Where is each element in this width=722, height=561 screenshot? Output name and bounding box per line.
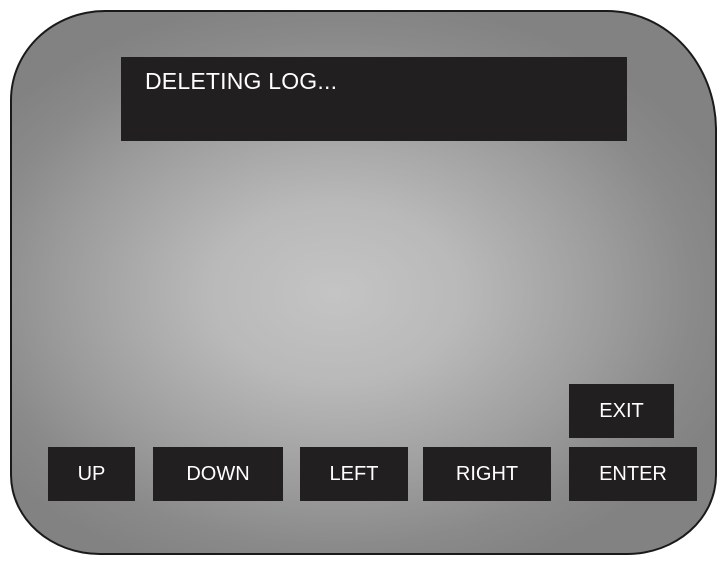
message-display: DELETING LOG...	[121, 57, 627, 141]
left-button[interactable]: LEFT	[300, 447, 408, 501]
enter-button[interactable]: ENTER	[569, 447, 697, 501]
right-button[interactable]: RIGHT	[423, 447, 551, 501]
status-message: DELETING LOG...	[145, 68, 338, 94]
down-button[interactable]: DOWN	[153, 447, 283, 501]
device-screen: DELETING LOG... EXIT UP DOWN LEFT RIGHT …	[10, 10, 717, 555]
up-button[interactable]: UP	[48, 447, 135, 501]
exit-button[interactable]: EXIT	[569, 384, 674, 438]
